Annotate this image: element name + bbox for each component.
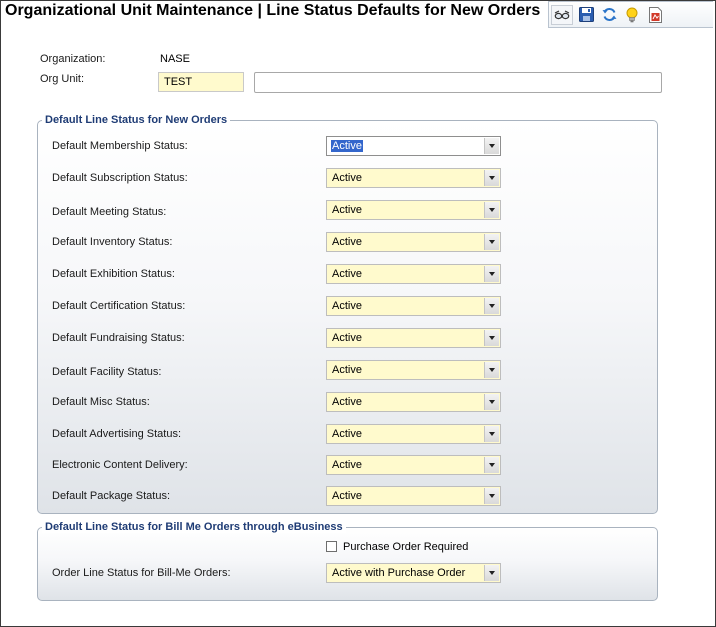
- misc-status-value: Active: [332, 396, 362, 408]
- advertising-status-select[interactable]: Active: [326, 424, 501, 444]
- lightbulb-icon[interactable]: [622, 5, 642, 25]
- meeting-status-value: Active: [332, 204, 362, 216]
- electronic-content-delivery-value: Active: [332, 459, 362, 471]
- chevron-down-icon[interactable]: [484, 202, 499, 218]
- chevron-down-icon[interactable]: [484, 170, 499, 186]
- meeting-status-label: Default Meeting Status:: [52, 206, 167, 218]
- new-orders-group: Default Line Status for New Orders Defau…: [37, 114, 658, 514]
- facility-status-label: Default Facility Status:: [52, 366, 162, 378]
- inventory-status-select[interactable]: Active: [326, 232, 501, 252]
- misc-status-label: Default Misc Status:: [52, 396, 150, 408]
- bill-me-order-line-select[interactable]: Active with Purchase Order: [326, 563, 501, 583]
- inventory-status-value: Active: [332, 236, 362, 248]
- chevron-down-icon[interactable]: [484, 362, 499, 378]
- certification-status-value: Active: [332, 300, 362, 312]
- page-title: Organizational Unit Maintenance | Line S…: [5, 2, 541, 19]
- electronic-content-delivery-label: Electronic Content Delivery:: [52, 459, 188, 471]
- package-status-select[interactable]: Active: [326, 486, 501, 506]
- organization-label: Organization:: [40, 53, 106, 65]
- purchase-order-required-checkbox[interactable]: [326, 541, 337, 552]
- organization-value: NASE: [160, 53, 190, 65]
- advertising-status-label: Default Advertising Status:: [52, 428, 182, 440]
- org-unit-label: Org Unit:: [40, 73, 85, 85]
- certification-status-select[interactable]: Active: [326, 296, 501, 316]
- org-unit-input[interactable]: TEST: [158, 72, 244, 92]
- purchase-order-required-label: Purchase Order Required: [343, 541, 469, 553]
- chevron-down-icon[interactable]: [484, 426, 499, 442]
- chevron-down-icon[interactable]: [484, 138, 499, 154]
- toolbar: [548, 1, 713, 28]
- chevron-down-icon[interactable]: [484, 298, 499, 314]
- fundraising-status-value: Active: [332, 332, 362, 344]
- exhibition-status-label: Default Exhibition Status:: [52, 268, 175, 280]
- electronic-content-delivery-select[interactable]: Active: [326, 455, 501, 475]
- subscription-status-value: Active: [332, 172, 362, 184]
- inventory-status-label: Default Inventory Status:: [52, 236, 173, 248]
- refresh-icon[interactable]: [599, 5, 619, 25]
- save-icon[interactable]: [576, 5, 596, 25]
- package-status-value: Active: [332, 490, 362, 502]
- bill-me-order-line-value: Active with Purchase Order: [332, 567, 466, 579]
- misc-status-select[interactable]: Active: [326, 392, 501, 412]
- new-orders-legend: Default Line Status for New Orders: [42, 114, 231, 126]
- membership-status-value: Active: [331, 140, 363, 152]
- chevron-down-icon[interactable]: [484, 266, 499, 282]
- package-status-label: Default Package Status:: [52, 490, 171, 502]
- fundraising-status-label: Default Fundraising Status:: [52, 332, 185, 344]
- subscription-status-label: Default Subscription Status:: [52, 172, 188, 184]
- exhibition-status-value: Active: [332, 268, 362, 280]
- chevron-down-icon[interactable]: [484, 394, 499, 410]
- chevron-down-icon[interactable]: [484, 565, 499, 581]
- exhibition-status-select[interactable]: Active: [326, 264, 501, 284]
- bill-me-legend: Default Line Status for Bill Me Orders t…: [42, 521, 346, 533]
- fundraising-status-select[interactable]: Active: [326, 328, 501, 348]
- chevron-down-icon[interactable]: [484, 457, 499, 473]
- bill-me-order-line-label: Order Line Status for Bill-Me Orders:: [52, 567, 231, 579]
- org-unit-description-field[interactable]: [254, 72, 662, 93]
- chevron-down-icon[interactable]: [484, 330, 499, 346]
- membership-status-label: Default Membership Status:: [52, 140, 188, 152]
- meeting-status-select[interactable]: Active: [326, 200, 501, 220]
- facility-status-select[interactable]: Active: [326, 360, 501, 380]
- chevron-down-icon[interactable]: [484, 234, 499, 250]
- glasses-icon[interactable]: [551, 4, 573, 25]
- facility-status-value: Active: [332, 364, 362, 376]
- bill-me-group: Default Line Status for Bill Me Orders t…: [37, 521, 658, 601]
- membership-status-select[interactable]: Active: [326, 136, 501, 156]
- chevron-down-icon[interactable]: [484, 488, 499, 504]
- certification-status-label: Default Certification Status:: [52, 300, 186, 312]
- subscription-status-select[interactable]: Active: [326, 168, 501, 188]
- report-icon[interactable]: [645, 5, 665, 25]
- advertising-status-value: Active: [332, 428, 362, 440]
